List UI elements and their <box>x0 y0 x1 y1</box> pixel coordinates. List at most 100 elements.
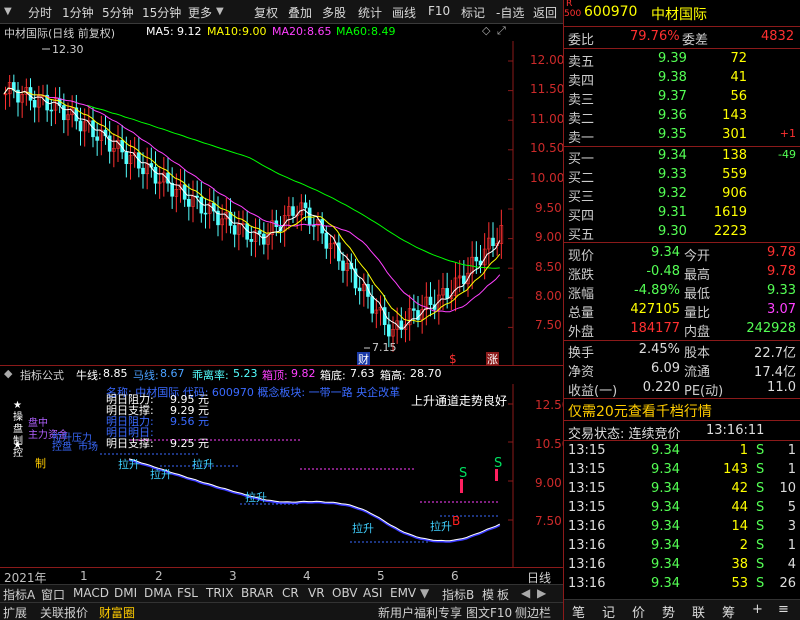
tab-fsl[interactable]: FSL <box>177 586 198 600</box>
quote-panel: R 500 600970 中材国际 委比 79.76% 委差 4832 卖五 9.… <box>563 0 800 620</box>
month-label: 1 <box>80 569 88 583</box>
ask-volume: 301 <box>722 127 747 142</box>
svg-text:9.25 元: 9.25 元 <box>170 437 209 450</box>
bid-change: -49 <box>778 148 796 161</box>
svg-text:盘中: 盘中 <box>28 416 48 429</box>
tick-volume: 1 <box>739 443 748 458</box>
tab-template-2[interactable]: 板 <box>497 586 509 603</box>
tab-1min[interactable]: 1分钟 <box>62 4 94 21</box>
wealth-circle-button[interactable]: 财富圈 <box>99 604 135 620</box>
trend-icon[interactable]: 势 <box>662 602 675 620</box>
tab-dma[interactable]: DMA <box>144 586 172 600</box>
ask-price: 9.39 <box>658 51 687 66</box>
quote-label: 流通 <box>684 365 711 380</box>
tab-15min[interactable]: 15分钟 <box>142 4 181 21</box>
quote-value: 2.45% <box>638 342 680 357</box>
tick-price: 9.34 <box>651 557 680 572</box>
add-icon[interactable]: + <box>752 602 763 617</box>
statistics-button[interactable]: 统计 <box>358 4 382 21</box>
price-icon[interactable]: 价 <box>632 602 645 620</box>
menu-icon[interactable]: ≡ <box>778 602 789 617</box>
ma5-value: 9.12 <box>177 25 202 38</box>
trend-note: 上升通道走势良好 <box>411 393 507 408</box>
link-icon[interactable]: 联 <box>692 602 705 620</box>
bias-value: 5.23 <box>233 367 258 380</box>
quote-value: 17.4亿 <box>754 365 796 380</box>
tab-trix[interactable]: TRIX <box>206 586 233 600</box>
tick-time: 13:16 <box>568 576 606 591</box>
expand-icon[interactable]: ⤢ <box>497 24 506 38</box>
time-axis: 2021年 1 2 3 4 5 6 日线 <box>0 567 563 585</box>
tab-obv[interactable]: OBV <box>332 586 358 600</box>
tab-more[interactable]: 更多 <box>188 4 212 21</box>
extend-button[interactable]: 扩展 <box>3 604 27 620</box>
settings-diamond-icon[interactable]: ◇ <box>482 24 490 37</box>
tab-timeline[interactable]: 分时 <box>28 4 52 21</box>
tabs-next-icon[interactable]: ▶ <box>537 586 546 600</box>
box-top-value: 9.82 <box>291 367 316 380</box>
tick-count: 1 <box>787 443 796 458</box>
quote-value: 6.09 <box>651 361 680 376</box>
tabs-prev-icon[interactable]: ◀ <box>521 586 530 600</box>
ma5-line <box>3 87 501 329</box>
sidebar-button[interactable]: 侧边栏 <box>515 604 551 620</box>
tab-indicator-a[interactable]: 指标A <box>3 586 35 603</box>
gridlines <box>508 60 513 328</box>
tab-template[interactable]: 模 <box>482 586 494 603</box>
tick-time: 13:16 <box>568 538 606 553</box>
f10-graphic-button[interactable]: 图文F10 <box>466 604 512 620</box>
tab-macd[interactable]: MACD <box>73 586 109 600</box>
tick-count: 4 <box>787 557 796 572</box>
f10-button[interactable]: F10 <box>428 4 450 18</box>
back-button[interactable]: 返回 <box>533 4 557 21</box>
restore-rights-button[interactable]: 复权 <box>254 4 278 21</box>
tick-volume: 143 <box>723 462 748 477</box>
tick-count: 26 <box>779 576 796 591</box>
buy-signal: B <box>452 514 460 528</box>
tab-brar[interactable]: BRAR <box>241 586 274 600</box>
tick-time: 13:16 <box>568 557 606 572</box>
tabs-dropdown-icon[interactable]: ▼ <box>420 586 429 600</box>
level-table: 明日阻力: 9.95 元 明日支撑: 9.29 元 明日阻力: 9.56 元 明… <box>106 393 209 450</box>
tab-emv[interactable]: EMV <box>390 586 416 600</box>
tick-side: S <box>756 443 765 458</box>
promo-link[interactable]: 仅需20元查看千档行情 <box>568 401 712 421</box>
quote-label: 最高 <box>684 268 711 283</box>
quote-label: 换手 <box>568 346 595 361</box>
tab-cr[interactable]: CR <box>282 586 299 600</box>
related-quote-button[interactable]: 关联报价 <box>40 604 88 620</box>
tab-5min[interactable]: 5分钟 <box>102 4 134 21</box>
tab-window[interactable]: 窗口 <box>41 586 65 603</box>
add-watchlist-button[interactable]: -自选 <box>496 4 524 21</box>
bid-volume: 906 <box>722 186 747 201</box>
tick-volume: 53 <box>731 576 748 591</box>
chips-icon[interactable]: 筹 <box>722 602 735 620</box>
box-bottom-label: 箱底: <box>320 369 346 382</box>
overlay-button[interactable]: 叠加 <box>288 4 312 21</box>
tab-asi[interactable]: ASI <box>363 586 382 600</box>
panel-toolbar: 笔 记 价 势 联 筹 + ≡ <box>564 599 800 620</box>
ma5-label: MA5: <box>146 25 174 38</box>
kline-chart[interactable]: 12.30 7.15 财 $ 涨 <box>0 41 563 365</box>
pull-up-label: 拉升 <box>150 467 172 481</box>
indicator-dropdown-icon[interactable]: ◆ <box>4 367 12 380</box>
multi-stock-button[interactable]: 多股 <box>322 4 346 21</box>
collapse-icon[interactable]: ▼ <box>4 6 12 17</box>
more-dropdown-icon[interactable]: ▼ <box>216 6 224 17</box>
record-icon[interactable]: 记 <box>602 602 615 620</box>
ask-level-label: 卖五 <box>568 55 595 70</box>
tab-vr[interactable]: VR <box>308 586 325 600</box>
new-user-welfare-link[interactable]: 新用户福利专享 <box>378 604 462 620</box>
draw-line-button[interactable]: 画线 <box>392 4 416 21</box>
tab-dmi[interactable]: DMI <box>114 586 137 600</box>
tab-indicator-b[interactable]: 指标B <box>442 586 474 603</box>
indicator-chart[interactable]: 名称: 中材国际 代码: 600970 概念板块: 一带一路 央企改革 上升通道… <box>0 384 563 567</box>
notes-icon[interactable]: 笔 <box>572 602 585 620</box>
svg-text:拉升压力: 拉升压力 <box>52 431 92 444</box>
signals: S S B <box>452 456 502 528</box>
indicator-name[interactable]: 指标公式 <box>20 367 64 383</box>
ma20-label: MA20: <box>272 25 307 38</box>
mark-button[interactable]: 标记 <box>461 4 485 21</box>
bid-level-label: 买二 <box>568 171 595 186</box>
high-mark: 12.30 <box>52 43 84 56</box>
